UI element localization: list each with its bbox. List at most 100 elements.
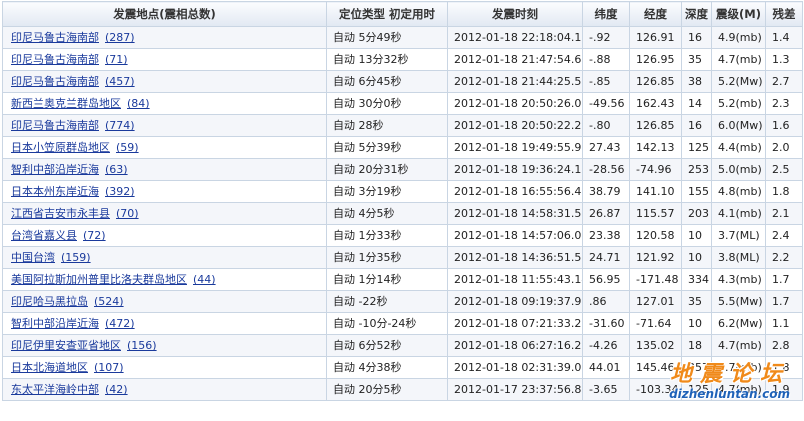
phase-count-link[interactable]: (392) (105, 185, 135, 198)
phase-count-link[interactable]: (84) (127, 97, 150, 110)
magnitude-cell: 4.7(mb) (711, 334, 766, 357)
location-cell: 江西省吉安市永丰县 (70) (2, 202, 327, 225)
origin-time-cell: 2012-01-18 14:58:31.530 (447, 202, 583, 225)
origin-time-cell: 2012-01-18 21:44:25.550 (447, 70, 583, 93)
longitude-cell: -74.96 (629, 158, 682, 181)
phase-count-link[interactable]: (457) (105, 75, 135, 88)
depth-cell: 155 (681, 180, 712, 203)
location-link[interactable]: 中国台湾 (11, 251, 55, 264)
location-link[interactable]: 日本小笠原群岛地区 (11, 141, 110, 154)
header-depth[interactable]: 深度 (681, 1, 712, 27)
residual-cell: 2.0 (765, 136, 803, 159)
table-row: 智利中部沿岸近海 (472) 自动 -10分-24秒 2012-01-18 07:21… (2, 312, 803, 335)
header-time[interactable]: 发震时刻 (447, 1, 583, 27)
location-link[interactable]: 印尼马鲁古海南部 (11, 31, 99, 44)
location-link[interactable]: 印尼哈马黑拉岛 (11, 295, 88, 308)
residual-cell: 2.3 (765, 92, 803, 115)
origin-time-cell: 2012-01-18 02:31:39.060 (447, 356, 583, 379)
depth-cell: 35 (681, 48, 712, 71)
phase-count-link[interactable]: (59) (116, 141, 139, 154)
origin-time-cell: 2012-01-18 06:27:16.210 (447, 334, 583, 357)
header-type[interactable]: 定位类型 初定用时 (326, 1, 448, 27)
residual-cell: 1.7 (765, 290, 803, 313)
magnitude-cell: 3.8(ML) (711, 246, 766, 269)
depth-cell: 10 (681, 224, 712, 247)
latitude-cell: -.92 (582, 26, 630, 49)
origin-time-cell: 2012-01-18 21:47:54.690 (447, 48, 583, 71)
magnitude-cell: 4.1(mb) (711, 202, 766, 225)
table-row: 日本本州东岸近海 (392) 自动 3分19秒 2012-01-18 16:55:56… (2, 180, 803, 203)
location-link[interactable]: 新西兰奥克兰群岛地区 (11, 97, 121, 110)
latitude-cell: 23.38 (582, 224, 630, 247)
magnitude-cell: 4.8(mb) (711, 180, 766, 203)
longitude-cell: 120.58 (629, 224, 682, 247)
phase-count-link[interactable]: (524) (94, 295, 124, 308)
magnitude-cell: 4.4(mb) (711, 136, 766, 159)
location-link[interactable]: 日本本州东岸近海 (11, 185, 99, 198)
phase-count-link[interactable]: (44) (193, 273, 216, 286)
residual-cell: 1.7 (765, 268, 803, 291)
location-link[interactable]: 江西省吉安市永丰县 (11, 207, 110, 220)
location-cell: 印尼马鲁古海南部 (457) (2, 70, 327, 93)
watermark-url: dizhenluntan.com (669, 387, 790, 401)
depth-cell: 334 (681, 268, 712, 291)
magnitude-cell: 5.2(Mw) (711, 70, 766, 93)
origin-time-cell: 2012-01-18 14:36:51.550 (447, 246, 583, 269)
location-link[interactable]: 智利中部沿岸近海 (11, 317, 99, 330)
header-residual[interactable]: 残差 (765, 1, 803, 27)
table-row: 日本小笠原群岛地区 (59) 自动 5分39秒 2012-01-18 19:49:55… (2, 136, 803, 159)
origin-time-cell: 2012-01-18 09:19:37.930 (447, 290, 583, 313)
magnitude-cell: 6.2(Mw) (711, 312, 766, 335)
phase-count-link[interactable]: (42) (105, 383, 128, 396)
latitude-cell: 38.79 (582, 180, 630, 203)
header-lon[interactable]: 经度 (629, 1, 682, 27)
earthquake-table: 发震地点(震相总数) 定位类型 初定用时 发震时刻 纬度 经度 深度 震级(M)… (2, 1, 803, 401)
location-cell: 新西兰奥克兰群岛地区 (84) (2, 92, 327, 115)
phase-count-link[interactable]: (159) (61, 251, 91, 264)
location-type-cell: 自动 20分31秒 (326, 158, 448, 181)
phase-count-link[interactable]: (72) (83, 229, 106, 242)
header-location[interactable]: 发震地点(震相总数) (2, 1, 327, 27)
residual-cell: 2.4 (765, 224, 803, 247)
phase-count-link[interactable]: (156) (127, 339, 157, 352)
magnitude-cell: 4.3(mb) (711, 268, 766, 291)
phase-count-link[interactable]: (71) (105, 53, 128, 66)
longitude-cell: 141.10 (629, 180, 682, 203)
location-cell: 中国台湾 (159) (2, 246, 327, 269)
location-cell: 日本本州东岸近海 (392) (2, 180, 327, 203)
location-link[interactable]: 台湾省嘉义县 (11, 229, 77, 242)
header-lat[interactable]: 纬度 (582, 1, 630, 27)
depth-cell: 253 (681, 158, 712, 181)
magnitude-cell: 4.9(mb) (711, 26, 766, 49)
location-link[interactable]: 印尼马鲁古海南部 (11, 53, 99, 66)
location-link[interactable]: 智利中部沿岸近海 (11, 163, 99, 176)
location-link[interactable]: 东太平洋海岭中部 (11, 383, 99, 396)
location-cell: 日本北海道地区 (107) (2, 356, 327, 379)
location-link[interactable]: 日本北海道地区 (11, 361, 88, 374)
phase-count-link[interactable]: (472) (105, 317, 135, 330)
table-row: 印尼哈马黑拉岛 (524) 自动 -22秒 2012-01-18 09:19:37.9… (2, 290, 803, 313)
depth-cell: 16 (681, 114, 712, 137)
phase-count-link[interactable]: (774) (105, 119, 135, 132)
depth-cell: 35 (681, 290, 712, 313)
phase-count-link[interactable]: (287) (105, 31, 135, 44)
residual-cell: 2.7 (765, 70, 803, 93)
location-type-cell: 自动 1分33秒 (326, 224, 448, 247)
header-mag[interactable]: 震级(M) (711, 1, 766, 27)
location-link[interactable]: 印尼伊里安查亚省地区 (11, 339, 121, 352)
origin-time-cell: 2012-01-18 19:36:24.190 (447, 158, 583, 181)
longitude-cell: 115.57 (629, 202, 682, 225)
phase-count-link[interactable]: (63) (105, 163, 128, 176)
location-link[interactable]: 印尼马鲁古海南部 (11, 75, 99, 88)
longitude-cell: 126.85 (629, 70, 682, 93)
latitude-cell: -.85 (582, 70, 630, 93)
location-link[interactable]: 美国阿拉斯加州普里比洛夫群岛地区 (11, 273, 187, 286)
origin-time-cell: 2012-01-18 19:49:55.990 (447, 136, 583, 159)
location-link[interactable]: 印尼马鲁古海南部 (11, 119, 99, 132)
location-cell: 印尼哈马黑拉岛 (524) (2, 290, 327, 313)
longitude-cell: 126.91 (629, 26, 682, 49)
residual-cell: 1.8 (765, 180, 803, 203)
origin-time-cell: 2012-01-18 14:57:06.030 (447, 224, 583, 247)
phase-count-link[interactable]: (107) (94, 361, 124, 374)
phase-count-link[interactable]: (70) (116, 207, 139, 220)
